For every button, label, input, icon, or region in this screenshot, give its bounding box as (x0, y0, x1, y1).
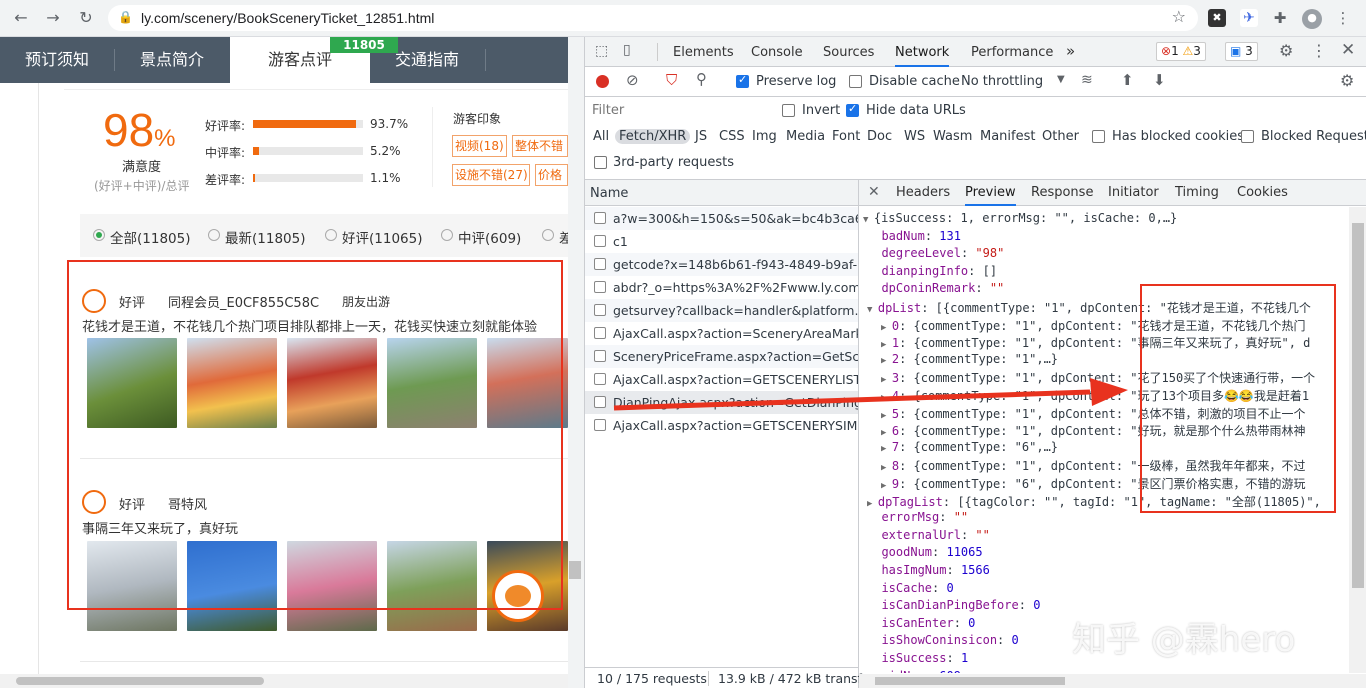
watermark: 知乎 @霖hero (1072, 620, 1296, 660)
annotation-arrow (613, 378, 1128, 411)
arrow-shaft (613, 389, 1091, 411)
arrow-head (1090, 378, 1128, 406)
